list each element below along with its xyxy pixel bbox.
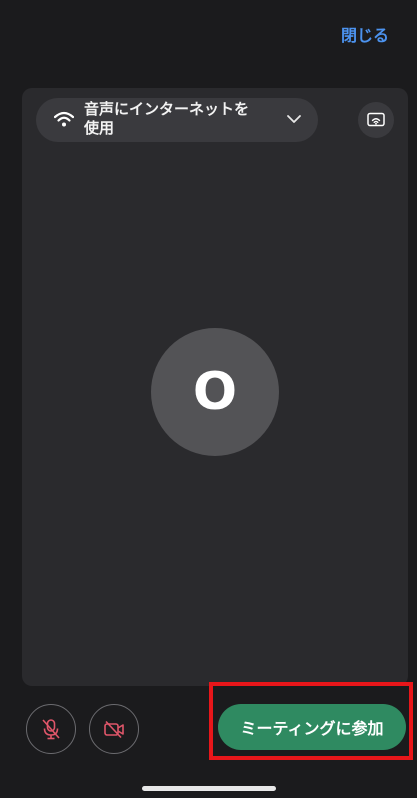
avatar: O: [151, 328, 279, 456]
audio-option-label: 音声にインターネットを 使用: [84, 100, 250, 137]
camera-off-icon: [104, 720, 124, 739]
close-button[interactable]: 閉じる: [341, 22, 389, 46]
microphone-toggle-button[interactable]: [26, 704, 76, 754]
microphone-muted-icon: [42, 719, 60, 740]
video-preview: 音声にインターネットを 使用 O: [22, 88, 408, 686]
camera-toggle-button[interactable]: [89, 704, 139, 754]
chevron-down-icon: [287, 115, 301, 123]
home-indicator: [142, 786, 276, 791]
cast-screen-button[interactable]: [358, 102, 394, 138]
wifi-icon: [54, 111, 74, 127]
cast-icon: [367, 112, 385, 127]
audio-option-selector[interactable]: 音声にインターネットを 使用: [36, 98, 318, 142]
join-meeting-button[interactable]: ミーティングに参加: [218, 704, 406, 750]
